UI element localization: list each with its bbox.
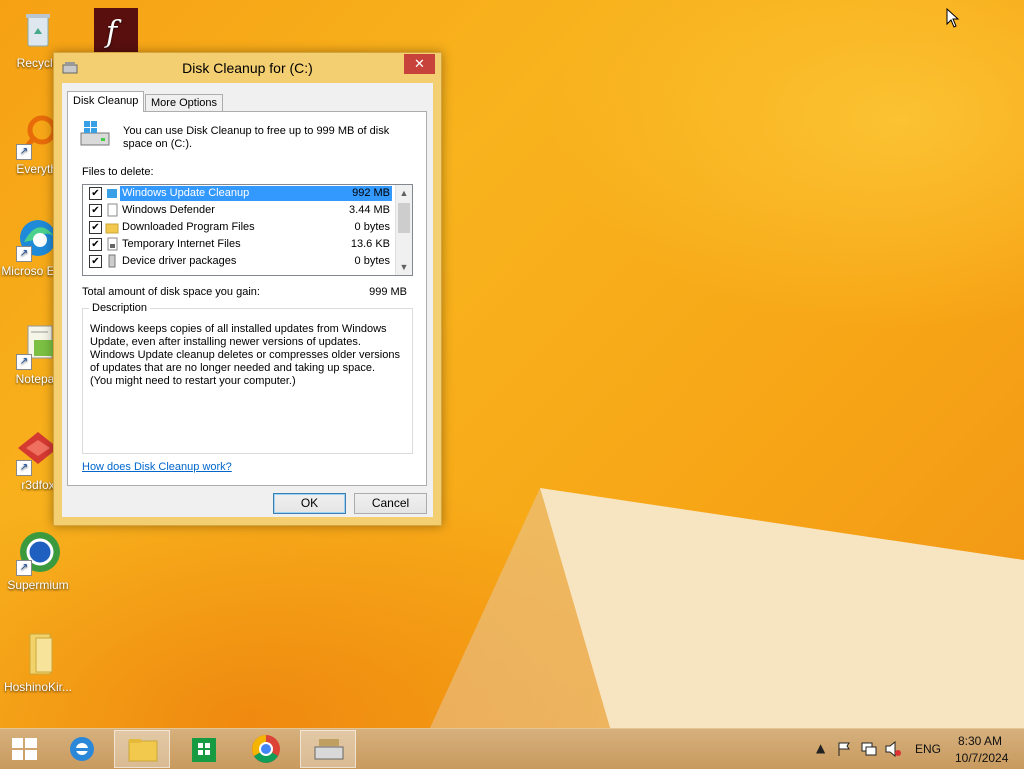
file-lock-icon (107, 237, 118, 251)
checkbox[interactable]: ✔ (89, 255, 102, 268)
windows-update-icon (107, 189, 117, 198)
intro-text: You can use Disk Cleanup to free up to 9… (123, 125, 390, 150)
clock-time[interactable]: 8:30 AM (958, 734, 1002, 748)
files-to-delete-label: Files to delete: (82, 166, 154, 178)
checkbox[interactable]: ✔ (89, 238, 102, 251)
file-name: Downloaded Program Files (122, 221, 255, 233)
file-row-defender[interactable]: ✔ Windows Defender 3.44 MB (83, 202, 396, 219)
dialog-title: Disk Cleanup for (C:) (182, 60, 313, 76)
scroll-thumb[interactable] (398, 203, 410, 233)
drive-icon (80, 121, 110, 146)
file-size: 3.44 MB (349, 204, 390, 216)
checkbox[interactable]: ✔ (89, 204, 102, 217)
file-name: Device driver packages (122, 255, 237, 267)
volume-muted-icon[interactable] (884, 741, 902, 757)
folder-icon (14, 630, 62, 678)
taskbar-file-explorer[interactable] (114, 730, 170, 768)
description-title: Description (89, 302, 151, 314)
internet-explorer-icon (70, 737, 94, 761)
shortcut-arrow-icon: ↗ (16, 354, 32, 370)
file-size: 992 MB (352, 187, 390, 199)
windows-logo-icon (12, 738, 37, 760)
supermium-icon: ↗ (14, 528, 62, 576)
flag-icon[interactable] (836, 741, 852, 757)
taskbar-disk-cleanup[interactable] (300, 730, 356, 768)
folder-icon (105, 223, 119, 234)
show-hidden-icons[interactable]: ▲ (816, 741, 825, 755)
desktop: Recycle f ↗ Everythi ↗ Microso Edge ↗ No… (0, 0, 1024, 728)
dialog-titlebar[interactable]: Disk Cleanup for (C:) ✕ (54, 53, 441, 83)
store-icon (192, 738, 216, 762)
tab-panel: You can use Disk Cleanup to free up to 9… (67, 111, 427, 486)
shortcut-arrow-icon: ↗ (16, 246, 32, 262)
files-list[interactable]: ✔ Windows Update Cleanup 992 MB ✔ Window… (82, 184, 413, 276)
description-group: Description Windows keeps copies of all … (82, 302, 413, 454)
device-icon (108, 254, 116, 268)
start-button[interactable] (0, 730, 50, 768)
disk-cleanup-dialog: Disk Cleanup for (C:) ✕ Disk Cleanup Mor… (53, 52, 442, 526)
shortcut-arrow-icon: ↗ (16, 460, 32, 476)
ok-button[interactable]: OK (273, 493, 346, 514)
list-scrollbar[interactable]: ▲ ▼ (395, 185, 412, 275)
checkbox[interactable]: ✔ (89, 187, 102, 200)
total-space-label: Total amount of disk space you gain: (82, 286, 260, 298)
desktop-icon-label: HoshinoKir... (3, 680, 73, 694)
desktop-icon-folder[interactable]: HoshinoKir... (0, 630, 76, 694)
shortcut-arrow-icon: ↗ (16, 144, 32, 160)
checkbox[interactable]: ✔ (89, 221, 102, 234)
file-row-device-drivers[interactable]: ✔ Device driver packages 0 bytes (83, 253, 396, 270)
total-space-value: 999 MB (369, 286, 407, 298)
recycle-bin-icon (14, 6, 62, 54)
tab-disk-cleanup[interactable]: Disk Cleanup (67, 91, 145, 112)
clock-date[interactable]: 10/7/2024 (955, 751, 1008, 765)
cancel-button[interactable]: Cancel (354, 493, 427, 514)
flash-icon: f (92, 6, 140, 54)
scroll-up-icon[interactable]: ▲ (396, 185, 412, 201)
taskbar-internet-explorer[interactable] (54, 730, 110, 768)
desktop-icon-flash[interactable]: f (78, 6, 154, 56)
help-link[interactable]: How does Disk Cleanup work? (82, 461, 232, 473)
file-size: 0 bytes (354, 255, 390, 267)
desktop-icon-label: Supermium (7, 578, 69, 592)
dialog-client: Disk Cleanup More Options You can use Di… (62, 83, 433, 517)
disk-cleanup-icon (314, 739, 344, 760)
chrome-icon (252, 735, 280, 763)
file-size: 0 bytes (354, 221, 390, 233)
description-text: Windows keeps copies of all installed up… (90, 323, 400, 387)
tab-more-options[interactable]: More Options (145, 94, 224, 112)
file-size: 13.6 KB (350, 238, 390, 250)
taskbar-store[interactable] (176, 730, 232, 768)
mouse-cursor-icon (946, 8, 960, 28)
shortcut-arrow-icon: ↗ (16, 560, 32, 576)
file-icon (107, 203, 118, 217)
file-row-windows-update[interactable]: ✔ Windows Update Cleanup 992 MB (83, 185, 396, 202)
taskbar-chrome[interactable] (238, 730, 294, 768)
taskbar: ▲ ENG 8:30 AM 10/7/2024 (0, 728, 1024, 769)
file-row-temp-internet[interactable]: ✔ Temporary Internet Files 13.6 KB (83, 236, 396, 253)
file-row-downloaded-programs[interactable]: ✔ Downloaded Program Files 0 bytes (83, 219, 396, 236)
scroll-down-icon[interactable]: ▼ (396, 259, 412, 275)
network-icon[interactable] (860, 741, 878, 757)
file-explorer-icon (128, 739, 158, 762)
close-button[interactable]: ✕ (404, 54, 435, 74)
desktop-icon-supermium[interactable]: ↗ Supermium (0, 528, 76, 592)
language-indicator[interactable]: ENG (915, 742, 941, 756)
